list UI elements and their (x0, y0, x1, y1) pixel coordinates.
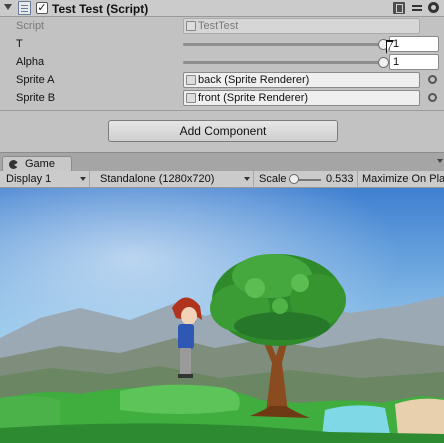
foldout-arrow-icon[interactable] (4, 4, 12, 10)
preset-settings-icon[interactable] (411, 2, 423, 14)
object-picker-icon[interactable] (428, 75, 437, 84)
divider (0, 110, 444, 111)
chevron-down-icon (244, 177, 250, 181)
property-alpha: Alpha 1 (0, 53, 444, 71)
script-field: TestTest (183, 18, 420, 34)
gear-icon[interactable] (428, 2, 439, 13)
property-label-script: Script (16, 20, 45, 32)
character-legs (180, 348, 191, 376)
tree-leaf-cluster (272, 298, 288, 314)
sprite-b-value: front (Sprite Renderer) (198, 92, 309, 104)
component-enabled-checkbox[interactable]: ✓ (36, 2, 48, 14)
aspect-dropdown-label: Standalone (1280x720) (100, 173, 215, 185)
scale-label: Scale (259, 173, 287, 185)
game-toolbar: Display 1 Standalone (1280x720) Scale 0.… (0, 171, 444, 188)
sprite-b-field[interactable]: front (Sprite Renderer) (183, 90, 420, 106)
tab-game-label: Game (25, 158, 55, 170)
grass-highlight (120, 384, 240, 414)
script-field-value: TestTest (198, 20, 239, 32)
sprite-renderer-icon (186, 75, 196, 85)
property-label-sprite-a: Sprite A (16, 74, 55, 86)
property-t: T 1 (0, 35, 444, 53)
game-view-panel: Game Display 1 Standalone (1280x720) Sca… (0, 152, 444, 443)
maximize-on-play-toggle[interactable]: Maximize On Play (357, 171, 444, 187)
alpha-slider[interactable] (183, 57, 389, 68)
alpha-value-input[interactable]: 1 (389, 54, 439, 70)
mouse-cursor-icon (386, 40, 394, 54)
property-sprite-a: Sprite A back (Sprite Renderer) (0, 71, 444, 89)
alpha-slider-thumb[interactable] (378, 57, 389, 68)
help-book-icon[interactable] (393, 2, 405, 14)
game-view-icon (9, 160, 19, 169)
maximize-on-play-label: Maximize On Play (362, 173, 444, 185)
display-dropdown-label: Display 1 (6, 173, 52, 185)
chevron-down-icon (80, 177, 86, 181)
tab-menu-icon[interactable] (437, 159, 443, 163)
component-title: Test Test (Script) (52, 2, 149, 16)
script-file-icon (186, 21, 196, 31)
sprite-a-value: back (Sprite Renderer) (198, 74, 310, 86)
add-component-button[interactable]: Add Component (108, 120, 338, 142)
game-render-view[interactable] (0, 188, 444, 443)
tree-leaf-cluster (245, 278, 265, 298)
property-label-t: T (16, 38, 23, 50)
character-face (181, 307, 197, 325)
component-header[interactable]: ✓ Test Test (Script) (0, 0, 444, 17)
sprite-a-field[interactable]: back (Sprite Renderer) (183, 72, 420, 88)
character-shirt (178, 324, 194, 349)
tree-leaf-cluster (291, 274, 309, 292)
property-label-alpha: Alpha (16, 56, 45, 68)
sand-patch (395, 398, 444, 436)
tab-game[interactable]: Game (2, 156, 72, 172)
water-pool (322, 405, 390, 436)
game-scene (0, 188, 444, 443)
property-sprite-b: Sprite B front (Sprite Renderer) (0, 89, 444, 107)
t-value-input[interactable]: 1 (389, 36, 439, 52)
display-dropdown[interactable]: Display 1 (0, 171, 90, 187)
property-label-sprite-b: Sprite B (16, 92, 56, 104)
object-picker-icon[interactable] (428, 93, 437, 102)
sprite-renderer-icon (186, 93, 196, 103)
inspector-panel: ✓ Test Test (Script) Script TestTest T 1… (0, 0, 444, 152)
t-slider[interactable] (183, 39, 389, 50)
tab-bar: Game (0, 152, 444, 172)
property-script: Script TestTest (0, 17, 444, 35)
script-icon (18, 1, 31, 15)
tree-foliage-bottom (234, 312, 330, 340)
scale-value: 0.533 (326, 173, 354, 185)
aspect-dropdown[interactable]: Standalone (1280x720) (94, 171, 254, 187)
character-shoes (178, 374, 193, 378)
scale-slider-thumb[interactable] (289, 174, 299, 184)
